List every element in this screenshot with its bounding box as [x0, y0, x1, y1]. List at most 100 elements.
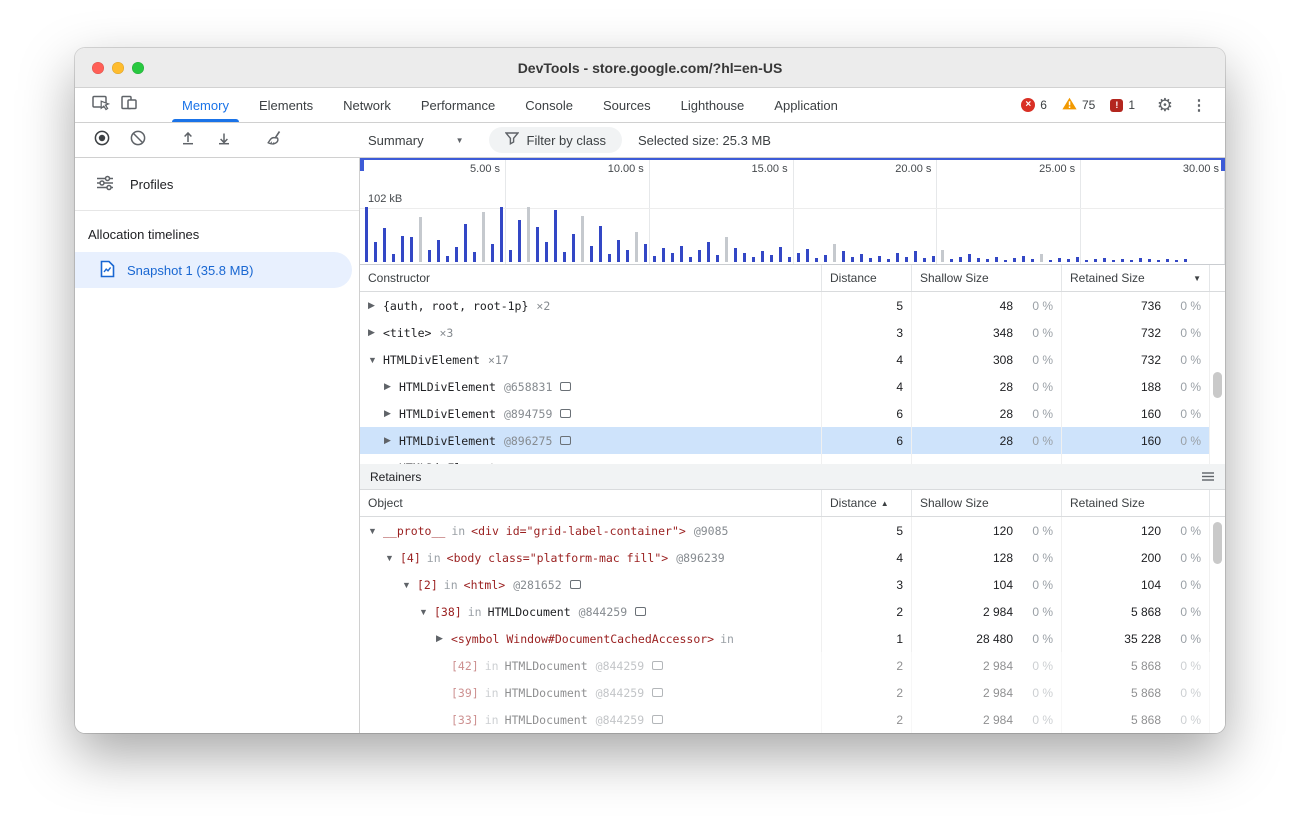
- constructor-row[interactable]: ▼HTMLDivElement×1743080 %7320 %: [360, 346, 1225, 373]
- device-toolbar-button[interactable]: [115, 92, 143, 118]
- timeline-bar: [1013, 258, 1016, 262]
- constructor-row[interactable]: ▶HTMLDivElement@6588314280 %1880 %: [360, 373, 1225, 400]
- issues-badge[interactable]: ! 1: [1110, 98, 1135, 112]
- reveal-icon[interactable]: [652, 661, 663, 670]
- timeline-bar: [1175, 260, 1178, 262]
- timeline-bar: [941, 250, 944, 262]
- column-header-shallow-size[interactable]: Shallow Size: [912, 490, 1062, 516]
- timeline-bar: [536, 227, 539, 262]
- menu-icon[interactable]: [1201, 471, 1215, 482]
- expand-arrow[interactable]: ▶: [384, 408, 399, 419]
- save-profile-button[interactable]: [211, 127, 237, 153]
- timeline-bar: [1139, 258, 1142, 262]
- expand-arrow[interactable]: ▼: [385, 553, 400, 563]
- column-header-distance[interactable]: Distance: [822, 265, 912, 291]
- tab-console[interactable]: Console: [510, 88, 588, 122]
- constructor-row[interactable]: ▶HTMLDivElement@8947596280 %1600 %: [360, 400, 1225, 427]
- expand-arrow[interactable]: ▶: [384, 381, 399, 392]
- timeline-bar: [464, 224, 467, 262]
- titlebar[interactable]: DevTools - store.google.com/?hl=en-US: [75, 48, 1225, 88]
- expand-arrow[interactable]: ▼: [419, 607, 434, 617]
- timeline-bar: [617, 240, 620, 262]
- column-header-constructor[interactable]: Constructor: [360, 265, 822, 291]
- snapshot-item[interactable]: Snapshot 1 (35.8 MB): [75, 252, 352, 288]
- reveal-icon[interactable]: [570, 580, 581, 589]
- column-header-shallow-size[interactable]: Shallow Size: [912, 265, 1062, 291]
- column-header-retained-size[interactable]: Retained Size▼: [1062, 265, 1210, 291]
- kebab-icon: ⋮: [1192, 96, 1207, 114]
- constructor-table-body: ▶{auth, root, root-1p}×25480 %7360 %▶<ti…: [360, 292, 1225, 464]
- class-filter-input[interactable]: Filter by class: [489, 127, 622, 153]
- tab-sources[interactable]: Sources: [588, 88, 666, 122]
- expand-arrow[interactable]: ▼: [368, 355, 383, 365]
- scrollbar-thumb[interactable]: [1213, 372, 1222, 398]
- expand-arrow[interactable]: ▼: [402, 580, 417, 590]
- column-header-retained-size[interactable]: Retained Size: [1062, 490, 1210, 516]
- allocation-timeline[interactable]: 5.00 s10.00 s15.00 s20.00 s25.00 s30.00 …: [360, 158, 1225, 265]
- column-header-distance[interactable]: Distance▲: [822, 490, 912, 516]
- constructor-row[interactable]: ▶{auth, root, root-1p}×25480 %7360 %: [360, 292, 1225, 319]
- load-profile-button[interactable]: [175, 127, 201, 153]
- tab-elements[interactable]: Elements: [244, 88, 328, 122]
- collect-garbage-button[interactable]: [261, 127, 287, 153]
- reveal-icon[interactable]: [652, 715, 663, 724]
- clear-profiles-button[interactable]: [125, 127, 151, 153]
- error-badge[interactable]: × 6: [1021, 98, 1047, 112]
- retainer-row[interactable]: [33]inHTMLDocument@84425922 9840 %5 8680…: [360, 706, 1225, 733]
- tab-application[interactable]: Application: [759, 88, 853, 122]
- expand-arrow[interactable]: ▶: [368, 327, 383, 338]
- reveal-icon[interactable]: [635, 607, 646, 616]
- selection-handle-right[interactable]: [1221, 158, 1225, 171]
- timeline-bar: [482, 212, 485, 262]
- reveal-icon[interactable]: [560, 382, 571, 391]
- inspect-element-button[interactable]: [87, 92, 115, 118]
- constructor-row[interactable]: ▶HTMLDivElement@8962756280 %1600 %: [360, 427, 1225, 454]
- column-header-object[interactable]: Object: [360, 490, 822, 516]
- tab-lighthouse[interactable]: Lighthouse: [666, 88, 760, 122]
- scrollbar-thumb[interactable]: [1213, 522, 1222, 564]
- reveal-icon[interactable]: [652, 688, 663, 697]
- expand-arrow[interactable]: ▶: [368, 300, 383, 311]
- retainer-row[interactable]: ▼[38]inHTMLDocument@84425922 9840 %5 868…: [360, 598, 1225, 625]
- reveal-icon[interactable]: [560, 409, 571, 418]
- expand-arrow[interactable]: ▶: [436, 633, 451, 644]
- more-options-button[interactable]: ⋮: [1185, 92, 1213, 118]
- record-icon: [94, 130, 110, 151]
- zoom-button[interactable]: [132, 62, 144, 74]
- device-toolbar-icon: [121, 95, 137, 115]
- minimize-button[interactable]: [112, 62, 124, 74]
- retainer-row[interactable]: [42]inHTMLDocument@84425922 9840 %5 8680…: [360, 652, 1225, 679]
- timeline-bar: [500, 207, 503, 262]
- record-allocation-button[interactable]: [89, 127, 115, 153]
- warning-badge[interactable]: 75: [1062, 97, 1095, 113]
- expand-arrow[interactable]: ▶: [384, 435, 399, 446]
- timeline-bar: [581, 216, 584, 262]
- expand-arrow[interactable]: ▼: [368, 526, 383, 536]
- retainer-row[interactable]: ▼__proto__in<div id="grid-label-containe…: [360, 517, 1225, 544]
- tab-performance[interactable]: Performance: [406, 88, 510, 122]
- expand-arrow[interactable]: ▶: [384, 462, 399, 464]
- retainer-row[interactable]: ▼[4]in<body class="platform-mac fill">@8…: [360, 544, 1225, 571]
- retainer-row[interactable]: [39]inHTMLDocument@84425922 9840 %5 8680…: [360, 679, 1225, 706]
- tab-memory[interactable]: Memory: [167, 88, 244, 122]
- tab-network[interactable]: Network: [328, 88, 406, 122]
- scrollbar-track[interactable]: [1210, 265, 1225, 291]
- scrollbar-track[interactable]: [1210, 490, 1225, 516]
- timeline-bar: [455, 247, 458, 262]
- constructor-row[interactable]: ▶HTMLDivElement: [360, 454, 1225, 464]
- retainer-row[interactable]: ▶<symbol Window#DocumentCachedAccessor>i…: [360, 625, 1225, 652]
- warning-count: 75: [1082, 98, 1095, 112]
- retainer-row[interactable]: ▼[2]in<html>@28165231040 %1040 %: [360, 571, 1225, 598]
- warning-icon: [1062, 97, 1077, 113]
- perspective-select[interactable]: Summary ▼: [368, 133, 464, 148]
- timeline-bar: [698, 250, 701, 262]
- gear-icon: ⚙: [1157, 95, 1173, 116]
- settings-button[interactable]: ⚙: [1151, 92, 1179, 118]
- timeline-bar: [1148, 259, 1151, 262]
- selection-handle-left[interactable]: [360, 158, 364, 171]
- timeline-selection-range[interactable]: [360, 158, 1225, 160]
- reveal-icon[interactable]: [560, 436, 571, 445]
- constructor-row[interactable]: ▶<title>×333480 %7320 %: [360, 319, 1225, 346]
- close-button[interactable]: [92, 62, 104, 74]
- timeline-bar: [644, 244, 647, 262]
